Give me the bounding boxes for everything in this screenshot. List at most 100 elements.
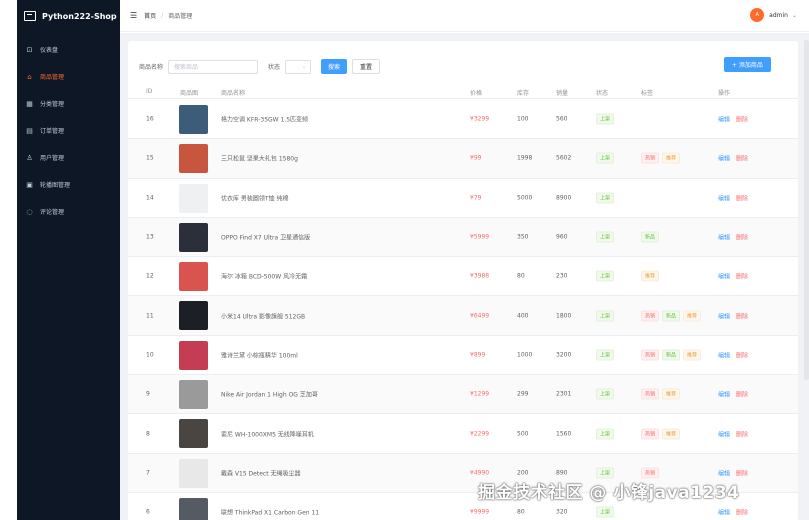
reset-button[interactable]: 重置	[352, 59, 381, 74]
product-image[interactable]	[179, 301, 208, 331]
column-header-col-actions: 操作	[718, 90, 731, 97]
product-sales: 1800	[556, 312, 572, 320]
product-price: ¥4990	[470, 469, 490, 477]
sidebar-item-5[interactable]: ▣ 轮播图管理	[17, 171, 120, 198]
column-header-col-name: 商品名称	[221, 90, 246, 97]
table-row: 13 OPPO Find X7 Ultra 卫星通信版 ¥5999 350 960 上架 新…	[128, 217, 798, 258]
status-badge: 上架	[596, 506, 615, 518]
product-sales: 890	[556, 469, 568, 477]
sidebar-item-6[interactable]: ◌ 评论管理	[17, 198, 120, 225]
product-tag: 推荐	[683, 310, 702, 322]
breadcrumb: 首页 / 商品管理	[144, 11, 192, 20]
search-button[interactable]: 搜索	[321, 59, 348, 74]
column-header-col-sales: 销量	[556, 90, 569, 97]
product-price: ¥1299	[470, 390, 490, 398]
sidebar-item-1[interactable]: ⌂ 商品管理	[17, 63, 120, 90]
product-id: 8	[146, 430, 150, 438]
sidebar-item-label: 订单管理	[40, 128, 65, 135]
tags-cell: 热销 推荐	[641, 152, 683, 164]
product-sales: 5602	[556, 154, 572, 162]
table-row: 11 小米14 Ultra 影像旗舰 512GB ¥6499 400 1800 上架 热销新…	[128, 296, 798, 336]
status-badge: 上架	[596, 152, 615, 164]
edit-button[interactable]: 编辑	[718, 195, 730, 202]
edit-button[interactable]: 编辑	[718, 313, 730, 320]
status-badge: 上架	[596, 349, 615, 361]
product-image[interactable]	[179, 340, 208, 370]
menu-toggle-icon[interactable]: ☰	[130, 11, 137, 20]
table-row: 10 雅诗兰黛 小棕瓶精华 100ml ¥899 1000 3200 上架 热销 新品 推荐 编辑…	[128, 336, 798, 376]
delete-button[interactable]: 删除	[736, 274, 748, 281]
status-cell: 上架	[596, 192, 617, 204]
product-price: ¥5999	[470, 233, 490, 241]
table-row: 8 索尼 WH-1000XM5 无线降噪耳机 ¥2299 500 1560 上架 热销 推荐 编…	[128, 414, 798, 454]
delete-button[interactable]: 删除	[736, 195, 748, 202]
table-row: 9 Nike Air Jordan 1 High OG 芝加哥 ¥1299 299 23…	[128, 375, 798, 415]
edit-button[interactable]: 编辑	[718, 392, 730, 399]
product-image[interactable]	[179, 497, 208, 520]
product-price: ¥2299	[470, 430, 490, 438]
column-header-col-stock: 库存	[517, 90, 530, 97]
product-image[interactable]	[179, 262, 208, 292]
tags-cell: 热销	[641, 467, 662, 479]
add-product-button[interactable]: + 添加商品	[724, 57, 771, 72]
product-image[interactable]	[179, 222, 208, 252]
edit-button[interactable]: 编辑	[718, 156, 730, 163]
product-tag: 推荐	[641, 270, 660, 282]
product-name: Nike Air Jordan 1 High OG 芝加哥	[221, 391, 318, 399]
delete-button[interactable]: 删除	[736, 470, 748, 477]
product-image[interactable]	[179, 183, 208, 213]
product-tag: 推荐	[683, 349, 702, 361]
product-stock: 400	[517, 312, 529, 320]
sidebar-item-4[interactable]: ♙ 用户管理	[17, 144, 120, 171]
search-input[interactable]: 搜索商品	[168, 59, 259, 74]
edit-button[interactable]: 编辑	[718, 352, 730, 359]
sidebar-item-label: 仪表盘	[40, 47, 59, 54]
column-header-col-status: 状态	[596, 90, 609, 97]
status-cell: 上架	[596, 113, 617, 125]
edit-button[interactable]: 编辑	[718, 470, 730, 477]
status-cell: 上架	[596, 506, 617, 518]
user-menu[interactable]: A admin ⌄	[750, 8, 797, 22]
delete-button[interactable]: 删除	[736, 235, 748, 242]
actions-cell: 编辑 删除	[718, 154, 754, 163]
product-image[interactable]	[179, 458, 208, 488]
edit-button[interactable]: 编辑	[718, 274, 730, 281]
app-brand[interactable]: Python222-Shop	[17, 0, 120, 32]
top-header: ☰ 首页 / 商品管理 A admin ⌄	[120, 0, 809, 32]
product-image[interactable]	[179, 105, 208, 134]
edit-button[interactable]: 编辑	[718, 235, 730, 242]
delete-button[interactable]: 删除	[736, 313, 748, 320]
column-header-col-image: 商品图	[180, 90, 199, 97]
product-tag: 热销	[641, 349, 660, 361]
sidebar-item-2[interactable]: ▦ 分类管理	[17, 90, 120, 117]
app-title: Python222-Shop	[42, 11, 117, 21]
delete-button[interactable]: 删除	[736, 352, 748, 359]
delete-button[interactable]: 删除	[736, 431, 748, 438]
breadcrumb-home[interactable]: 首页	[144, 11, 156, 20]
sidebar-item-3[interactable]: ▤ 订单管理	[17, 117, 120, 144]
delete-button[interactable]: 删除	[736, 510, 748, 517]
edit-button[interactable]: 编辑	[718, 431, 730, 438]
page-scrollbar[interactable]	[804, 40, 809, 380]
product-name: 联想 ThinkPad X1 Carbon Gen 11	[221, 509, 320, 517]
product-tag: 推荐	[662, 388, 681, 400]
delete-button[interactable]: 删除	[736, 117, 748, 124]
actions-cell: 编辑 删除	[718, 350, 754, 359]
delete-button[interactable]: 删除	[736, 156, 748, 163]
sidebar-item-0[interactable]: ⊡ 仪表盘	[17, 36, 120, 63]
edit-button[interactable]: 编辑	[718, 510, 730, 517]
status-badge: 上架	[596, 231, 615, 243]
monitor-logo-icon	[24, 11, 36, 21]
product-image[interactable]	[179, 144, 208, 174]
product-image[interactable]	[179, 380, 208, 410]
product-card: 商品名称 搜索商品 状态 ⌄ 搜索 重置 + 添加商品 ID 商品图 商品名称 价格库…	[128, 41, 798, 520]
product-stock: 1000	[517, 351, 533, 359]
product-image[interactable]	[179, 419, 208, 449]
product-stock: 80	[517, 272, 525, 280]
sidebar: Python222-Shop ⊡ 仪表盘 ⌂ 商品管理 ▦ 分类管理 ▤ 订单管理 ♙ 用户管理 ▣…	[17, 0, 120, 520]
delete-button[interactable]: 删除	[736, 392, 748, 399]
status-select[interactable]: ⌄	[285, 59, 312, 74]
comment-icon: ◌	[26, 207, 33, 216]
status-cell: 上架	[596, 270, 617, 282]
edit-button[interactable]: 编辑	[718, 117, 730, 124]
